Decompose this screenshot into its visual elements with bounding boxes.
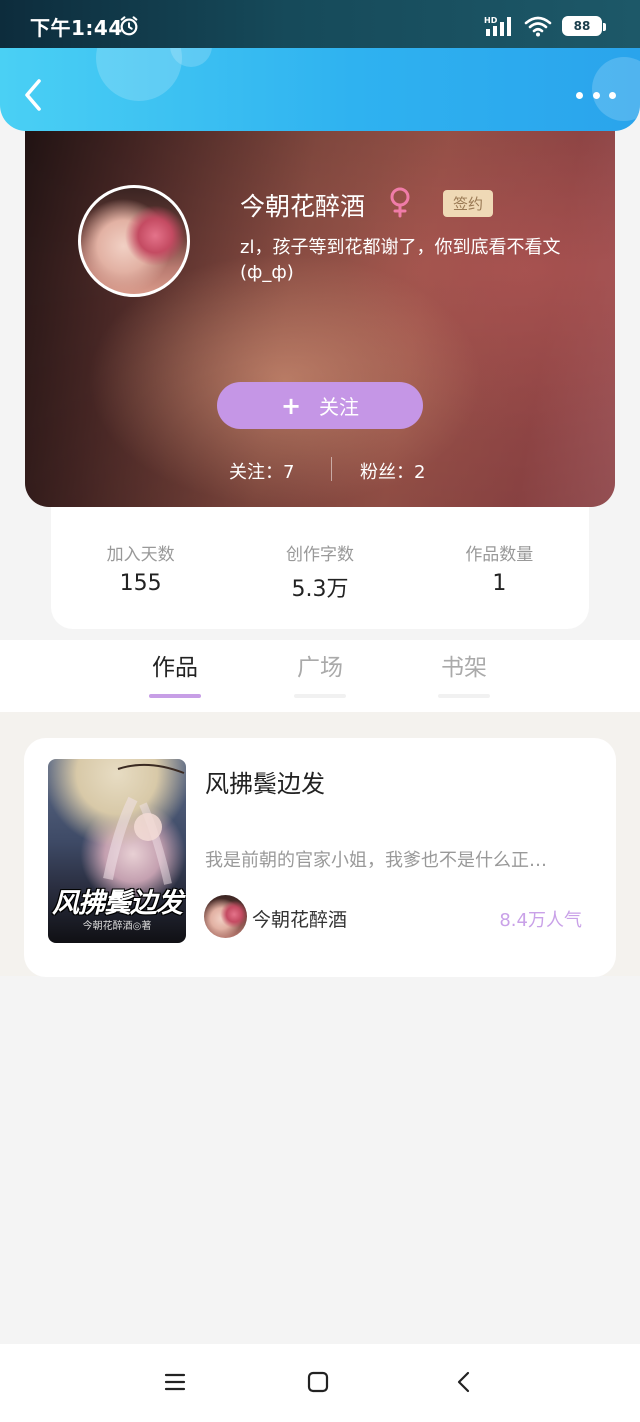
follow-counts: 关注：7 粉丝：2 xyxy=(25,455,615,485)
plus-icon: + xyxy=(280,391,302,420)
menu-icon[interactable] xyxy=(162,1369,188,1395)
stat-value: 1 xyxy=(492,571,507,596)
system-nav-bar xyxy=(0,1344,640,1422)
alarm-icon xyxy=(120,16,138,36)
tab-label: 广场 xyxy=(297,655,343,681)
status-right: HD 88 xyxy=(484,14,606,38)
tab-works[interactable]: 作品 xyxy=(135,648,215,698)
stat-label: 创作字数 xyxy=(285,545,354,565)
female-icon xyxy=(390,187,410,218)
tab-indicator xyxy=(438,694,490,698)
back-icon[interactable] xyxy=(452,1369,478,1395)
avatar[interactable] xyxy=(78,185,190,297)
status-bar: 下午1:44 HD 88 xyxy=(0,0,640,48)
popularity-count: 8.4万人气 xyxy=(499,910,582,931)
tab-label: 作品 xyxy=(152,655,198,681)
author-name: 今朝花醉酒 xyxy=(252,909,348,931)
follow-button[interactable]: + 关注 xyxy=(217,382,423,429)
user-bio: zl，孩子等到花都谢了，你到底看不看文(ф_ф) xyxy=(240,237,561,283)
battery-level: 88 xyxy=(573,19,591,33)
stats-card: 加入天数 155 创作字数 5.3万 作品数量 1 xyxy=(51,500,589,629)
decor-bubble xyxy=(96,47,182,101)
tab-bar: 作品 广场 书架 xyxy=(0,640,640,712)
home-icon[interactable] xyxy=(305,1369,331,1395)
divider xyxy=(331,457,332,481)
tab-bookshelf[interactable]: 书架 xyxy=(424,648,504,698)
book-title[interactable]: 风拂鬓边发 xyxy=(205,764,325,799)
cover-title: 风拂鬓边发 xyxy=(52,888,183,919)
tab-label: 书架 xyxy=(441,655,487,681)
following-count[interactable]: 关注：7 xyxy=(229,458,294,484)
more-icon[interactable] xyxy=(576,87,616,103)
book-description: 我是前朝的官家小姐，我爹也不是什么正… xyxy=(205,850,547,871)
stat-join-days: 加入天数 155 xyxy=(51,500,230,629)
tab-indicator xyxy=(294,694,346,698)
stat-value: 5.3万 xyxy=(291,577,349,602)
screen: 下午1:44 HD 88 今朝花醉酒 签约 zl，孩子等到花都谢了，你到底看不看… xyxy=(0,0,640,1422)
status-time: 下午1:44 xyxy=(30,16,123,40)
stat-works-count: 作品数量 1 xyxy=(410,500,589,629)
stat-value: 155 xyxy=(119,571,162,596)
book-card[interactable]: 风拂鬓边发 今朝花醉酒◎著 风拂鬓边发 我是前朝的官家小姐，我爹也不是什么正… … xyxy=(24,738,616,977)
back-arrow-icon[interactable] xyxy=(18,77,50,113)
user-name: 今朝花醉酒 xyxy=(240,192,366,221)
book-cover[interactable]: 风拂鬓边发 今朝花醉酒◎著 xyxy=(48,759,186,943)
tab-square[interactable]: 广场 xyxy=(280,648,360,698)
wifi-icon xyxy=(524,16,552,37)
follow-button-label: 关注 xyxy=(319,395,360,419)
fans-count[interactable]: 粉丝：2 xyxy=(360,458,425,484)
battery-icon: 88 xyxy=(562,16,606,36)
author-avatar xyxy=(204,895,247,938)
network-label: HD xyxy=(484,16,498,25)
title-bar xyxy=(0,47,640,131)
stat-label: 加入天数 xyxy=(106,545,175,565)
signal-icon: HD xyxy=(484,16,511,36)
signed-badge: 签约 xyxy=(443,190,493,217)
profile-header: 今朝花醉酒 签约 zl，孩子等到花都谢了，你到底看不看文(ф_ф) + 关注 关… xyxy=(25,110,615,507)
stat-word-count: 创作字数 5.3万 xyxy=(230,500,409,629)
stat-label: 作品数量 xyxy=(465,545,534,565)
cover-author: 今朝花醉酒◎著 xyxy=(82,921,152,932)
tab-indicator xyxy=(149,694,201,698)
